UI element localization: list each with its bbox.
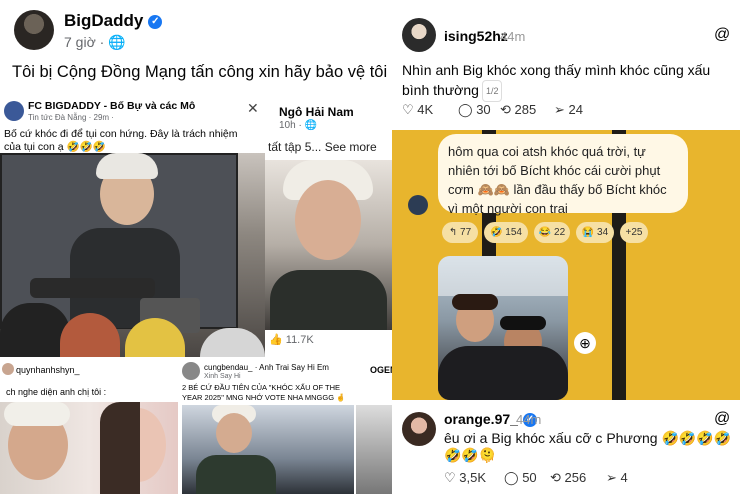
caption: ch nghe diện anh chị tôi : [6, 387, 107, 397]
share-button[interactable]: ➢ 4 [606, 470, 628, 486]
screenshot-cungbendau: cungbendau_ · Anh Trai Say Hi Em Xinh Sa… [178, 357, 356, 494]
verified-badge-icon: ✓ [148, 14, 163, 29]
page-subtitle: Tin tức Đà Nẵng · 29m · [28, 113, 114, 122]
reaction-cry[interactable]: 😭 34 [576, 222, 614, 243]
caption: Bố cứ khóc đi để tụi con hứng. Đây là tr… [4, 128, 238, 153]
post-text: Tôi bị Cộng Đồng Mạng tấn công xin hãy b… [12, 63, 388, 81]
repost-button[interactable]: ⟲ 285 [500, 102, 536, 118]
avatar [2, 363, 14, 375]
avatar [408, 195, 428, 215]
caption: 2 BÉ CỨ ĐẦU TIÊN CỦA "KHÓC XẤU OF THE YE… [182, 383, 346, 402]
post-text: êu ơi a Big khóc xấu cỡ c Phương 🤣🤣🤣🤣🤣🤣🫠 [444, 430, 732, 463]
page-indicator: 1/2 [481, 80, 503, 103]
comment-icon: ◯ [504, 470, 519, 485]
heart-icon: ♡ [402, 102, 414, 117]
author-name[interactable]: ising52hz [444, 28, 508, 44]
caption[interactable]: tất tập 5... See more [268, 140, 377, 154]
tv-scene-image [0, 153, 265, 357]
avatar[interactable] [402, 18, 436, 52]
heart-icon: ♡ [444, 470, 456, 485]
repost-icon: ⟲ [550, 470, 561, 485]
share-icon: ➢ [554, 102, 565, 117]
like-button[interactable]: ♡ 4K [402, 102, 433, 118]
share-icon: ➢ [606, 470, 617, 485]
author-name: Ngô Hải Nam [279, 105, 354, 119]
screenshot-quynhanhshyn: quynhanhshyn_ ch nghe diện anh chị tôi : [0, 357, 178, 494]
share-button[interactable]: ➢ 24 [554, 102, 583, 118]
stage-image [182, 405, 354, 494]
two-faces-image [0, 402, 178, 494]
post-time[interactable]: 7 giờ · 🌐 [64, 34, 126, 51]
avatar [182, 362, 200, 380]
comment-icon: ◯ [458, 102, 473, 117]
author-name[interactable]: BigDaddy ✓ [64, 11, 163, 31]
screenshot-fc-bigdaddy: FC BIGDADDY - Bố Bự và các Mô Tin tức Đà… [0, 95, 265, 357]
globe-icon: 🌐 [108, 34, 126, 50]
selfie-image [438, 256, 568, 400]
author-name: cungbendau_ · Anh Trai Say Hi Em [204, 363, 329, 372]
threads-logo-icon[interactable]: @ [714, 26, 730, 44]
facebook-post-header: BigDaddy ✓ 7 giờ · 🌐 Tôi bị Cộng Đồng Mạn… [0, 0, 392, 95]
collage-screen: BigDaddy ✓ 7 giờ · 🌐 Tôi bị Cộng Đồng Mạn… [0, 0, 740, 494]
avatar[interactable] [402, 412, 436, 446]
author-name: OGENI [370, 365, 392, 375]
reaction-more[interactable]: +25 [620, 222, 648, 243]
globe-icon: 🌐 [304, 120, 318, 131]
post-time: 44m [516, 412, 542, 427]
reaction-tears[interactable]: 😂 22 [534, 222, 570, 243]
partial-image [356, 405, 392, 494]
page-avatar [4, 101, 24, 121]
repost-icon: ⟲ [500, 102, 511, 117]
screenshot-ogeni: OGENI [356, 357, 392, 494]
close-icon[interactable]: ✕ [247, 100, 259, 117]
comment-button[interactable]: ◯ 50 [504, 470, 537, 486]
repost-button[interactable]: ⟲ 256 [550, 470, 586, 486]
reply-count[interactable]: ↰ 77 [442, 222, 478, 243]
threads-logo-icon[interactable]: @ [714, 410, 730, 428]
page-name: FC BIGDADDY - Bố Bự và các Mô [28, 100, 196, 112]
author-name: quynhanhshyn_ [16, 365, 80, 375]
reaction-laugh[interactable]: 🤣 154 [484, 222, 528, 243]
post-time: 10h · 🌐 [279, 120, 318, 131]
like-button[interactable]: ♡ 3,5K [444, 470, 486, 486]
threads-post-bottom: orange.97_ ✓ 44m @ êu ơi a Big khóc xấu c… [392, 400, 740, 494]
avatar[interactable] [14, 10, 54, 50]
portrait-image [265, 160, 392, 330]
author-subtitle: Xinh Say Hi [204, 373, 241, 380]
post-text: Nhìn anh Big khóc xong thấy mình khóc cũ… [402, 60, 727, 103]
message-bubble: hôm qua coi atsh khóc quá trời, tự nhiên… [438, 134, 688, 216]
comment-button[interactable]: ◯ 30 [458, 102, 491, 118]
post-time: 44m [500, 29, 526, 44]
screenshot-ngo-hai-nam: Ngô Hải Nam 10h · 🌐 tất tập 5... See mor… [265, 95, 392, 357]
threads-post-top: ising52hz 44m @ Nhìn anh Big khóc xong t… [392, 0, 740, 130]
add-reaction-icon[interactable]: ⊕ [574, 332, 596, 354]
like-count: 👍 11.7K [269, 334, 314, 346]
